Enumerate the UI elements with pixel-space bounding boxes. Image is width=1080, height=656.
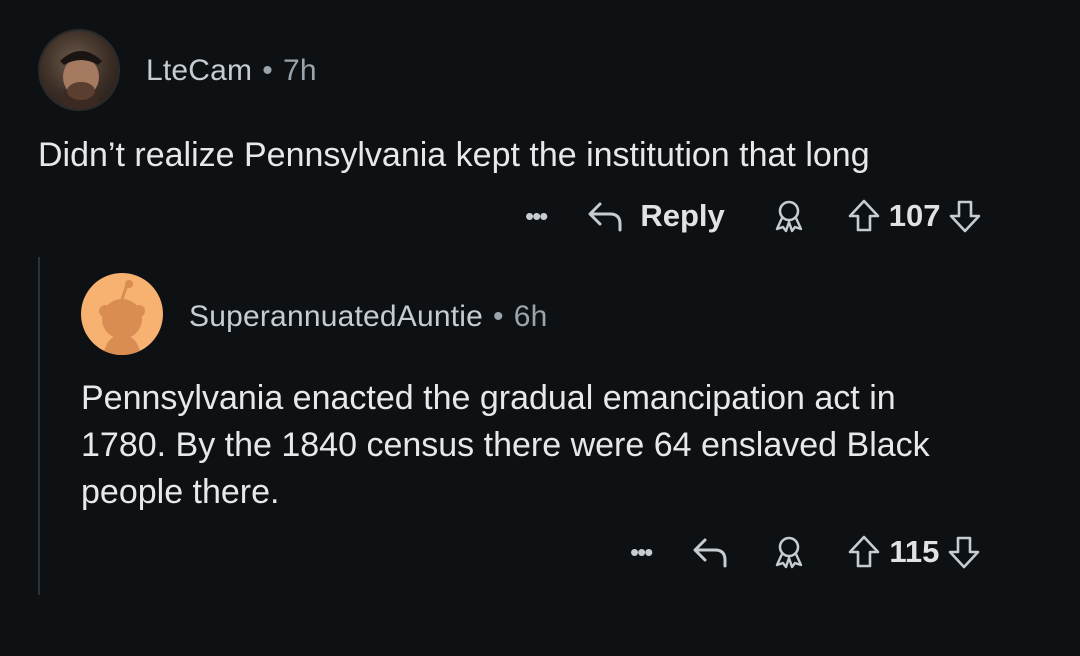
award-button[interactable]: [771, 534, 807, 570]
upvote-arrow-icon: [849, 535, 880, 568]
award-icon: [776, 536, 803, 569]
comment-actions: ••• Reply 107: [525, 196, 982, 236]
separator-dot: •: [493, 300, 504, 333]
username-link[interactable]: SuperannuatedAuntie: [189, 300, 483, 333]
award-button[interactable]: [771, 198, 807, 234]
downvote-button[interactable]: [947, 534, 981, 570]
downvote-button[interactable]: [948, 198, 982, 234]
snoo-avatar-icon: [99, 280, 145, 355]
comment-thread: LteCam • 7h Didn’t realize Pennsylvania ke…: [0, 0, 1080, 656]
reply-arrow-icon: [588, 202, 622, 232]
reply-arrow-icon: [693, 538, 727, 568]
user-portrait-icon: [60, 51, 102, 109]
separator-dot: •: [262, 54, 273, 87]
comment-text-line: Pennsylvania enacted the gradual emancip…: [81, 379, 896, 417]
downvote-arrow-icon: [949, 536, 980, 569]
reply-label: Reply: [640, 198, 725, 233]
vote-count: 107: [888, 198, 941, 233]
comment-meta: LteCam • 7h: [146, 54, 317, 88]
reply-button[interactable]: Reply: [586, 198, 725, 234]
comment-text-line: people there.: [81, 473, 280, 511]
vote-count: 115: [889, 534, 940, 569]
upvote-button[interactable]: [847, 198, 881, 234]
reply-button[interactable]: [691, 535, 731, 569]
more-options-button[interactable]: •••: [525, 200, 548, 232]
comment-body: Pennsylvania enacted the gradual emancip…: [81, 375, 1071, 516]
upvote-arrow-icon: [848, 199, 880, 232]
more-options-button[interactable]: •••: [630, 536, 653, 568]
more-options-icon: •••: [525, 200, 548, 231]
comment-actions: ••• 115: [630, 532, 981, 572]
comment-body: Didn’t realize Pennsylvania kept the ins…: [38, 132, 1048, 179]
downvote-arrow-icon: [950, 200, 981, 233]
timestamp: 7h: [282, 54, 317, 87]
comment-text: Didn’t realize Pennsylvania kept the ins…: [38, 136, 870, 174]
avatar[interactable]: [38, 29, 120, 111]
upvote-button[interactable]: [847, 534, 881, 570]
username-link[interactable]: LteCam: [146, 54, 252, 87]
more-options-icon: •••: [630, 536, 653, 567]
avatar[interactable]: [81, 273, 163, 355]
thread-line[interactable]: [38, 257, 40, 595]
comment-meta: SuperannuatedAuntie • 6h: [189, 300, 548, 334]
timestamp: 6h: [513, 300, 548, 333]
award-icon: [775, 200, 802, 233]
comment-text-line: 1780. By the 1840 census there were 64 e…: [81, 426, 930, 464]
